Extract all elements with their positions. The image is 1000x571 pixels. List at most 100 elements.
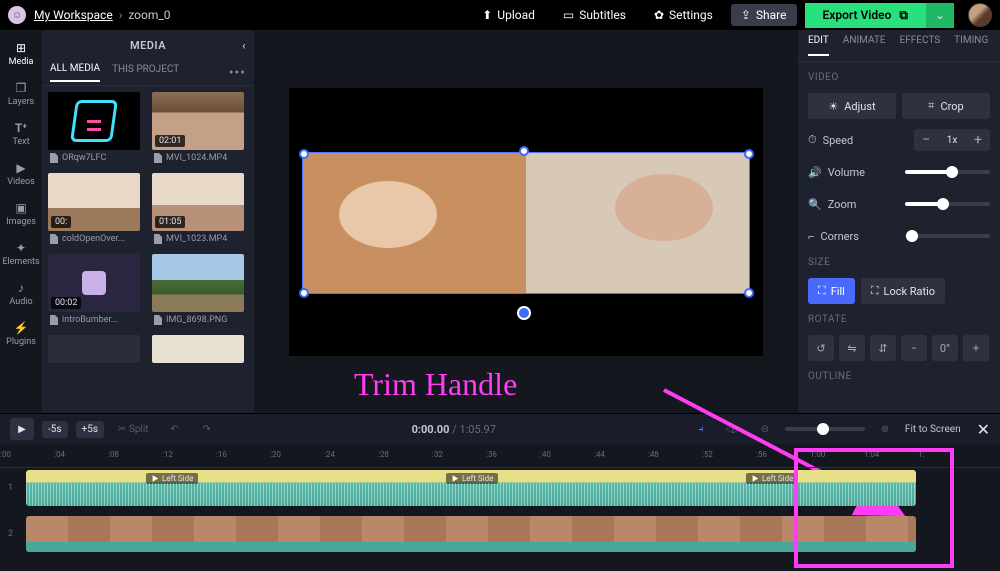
user-avatar[interactable] bbox=[968, 3, 992, 27]
track-2[interactable]: 2 bbox=[26, 514, 1000, 554]
tab-this-project[interactable]: THIS PROJECT bbox=[112, 64, 179, 81]
media-item[interactable]: 00:02 introBumber... bbox=[48, 254, 144, 325]
upload-label: Upload bbox=[497, 8, 535, 22]
timeline-ruler[interactable]: :00:04:08:12:16:20:24:28:32:36:40:44:48:… bbox=[0, 444, 1000, 468]
media-thumbnail[interactable] bbox=[48, 335, 140, 363]
media-more-button[interactable]: ••• bbox=[229, 65, 246, 81]
close-icon: ✕ bbox=[977, 420, 990, 439]
trim-icon: ◁▷ bbox=[725, 424, 740, 435]
media-thumbnail[interactable] bbox=[48, 92, 140, 150]
media-item[interactable] bbox=[48, 335, 144, 363]
skip-fwd-5s-button[interactable]: +5s bbox=[76, 421, 104, 438]
main-area: ⊞ Media ❒ Layers T⁺ Text ▶ Videos ▣ Imag… bbox=[0, 30, 1000, 413]
selection-handle-top-mid[interactable] bbox=[519, 146, 529, 156]
trim-mode-button[interactable]: ◁▷ bbox=[721, 418, 745, 440]
video-clip-track[interactable] bbox=[26, 516, 916, 552]
media-thumbnail[interactable]: 00:02 bbox=[48, 254, 140, 312]
snap-button[interactable]: ⫞ bbox=[689, 418, 713, 440]
media-item[interactable]: IMG_8698.PNG bbox=[152, 254, 248, 325]
duration-badge: 00: bbox=[51, 216, 71, 228]
rail-plugins[interactable]: ⚡ Plugins bbox=[0, 316, 42, 352]
selection-rotate-handle[interactable] bbox=[517, 306, 531, 320]
media-thumbnail[interactable]: 01:05 bbox=[152, 173, 244, 231]
rotate-ccw-button[interactable]: ↺ bbox=[808, 335, 834, 361]
selection-handle-top-right[interactable] bbox=[744, 149, 754, 159]
rotate-value[interactable]: 0° bbox=[932, 335, 958, 361]
redo-button[interactable]: ↷ bbox=[195, 418, 219, 440]
canvas-area[interactable]: Trim Handle bbox=[254, 30, 798, 413]
track-1[interactable]: 1 Left Side Left Side Left Side bbox=[26, 468, 1000, 508]
close-timeline-button[interactable]: ✕ bbox=[977, 420, 990, 439]
flip-v-button[interactable]: ⇵ bbox=[870, 335, 896, 361]
ruler-tick: :48 bbox=[648, 450, 659, 459]
skip-back-5s-button[interactable]: -5s bbox=[42, 421, 68, 438]
tab-timing[interactable]: TIMING bbox=[954, 35, 988, 56]
rail-label: Images bbox=[6, 217, 36, 227]
rail-label: Layers bbox=[8, 97, 34, 107]
adjust-label: Adjust bbox=[844, 100, 875, 113]
zoom-out-button[interactable]: ⊖ bbox=[753, 418, 777, 440]
tab-all-media[interactable]: ALL MEDIA bbox=[50, 63, 100, 82]
media-item[interactable]: ORqw7LFC bbox=[48, 92, 144, 163]
lock-ratio-button[interactable]: ⛶ Lock Ratio bbox=[861, 278, 945, 304]
workspace-logo-icon[interactable]: ☺ bbox=[8, 6, 26, 24]
split-button[interactable]: ✂ Split bbox=[112, 421, 155, 438]
rotate-dec-button[interactable]: − bbox=[901, 335, 927, 361]
media-thumbnail[interactable]: 02:01 bbox=[152, 92, 244, 150]
share-button[interactable]: ⇪ Share bbox=[731, 4, 797, 26]
rotate-inc-button[interactable]: + bbox=[963, 335, 989, 361]
timeline-zoom-slider[interactable] bbox=[785, 427, 865, 431]
undo-button[interactable]: ↶ bbox=[163, 418, 187, 440]
subtitles-button[interactable]: ▭ Subtitles bbox=[553, 4, 636, 26]
rail-images[interactable]: ▣ Images bbox=[0, 196, 42, 232]
selection-handle-bottom-left[interactable] bbox=[299, 288, 309, 298]
crop-button[interactable]: ⌗ Crop bbox=[902, 93, 990, 119]
media-item[interactable]: 02:01 MVI_1024.MP4 bbox=[152, 92, 248, 163]
media-item[interactable]: 01:05 MVI_1023.MP4 bbox=[152, 173, 248, 244]
media-item[interactable] bbox=[152, 335, 248, 363]
media-item[interactable]: 00: coldOpenOver... bbox=[48, 173, 144, 244]
crop-icon: ⌗ bbox=[928, 99, 934, 113]
fill-button[interactable]: ⛶ Fill bbox=[808, 278, 855, 304]
upload-button[interactable]: ⬆ Upload bbox=[472, 4, 545, 26]
workspace-link[interactable]: My Workspace bbox=[34, 8, 113, 22]
zoom-slider[interactable] bbox=[905, 202, 990, 206]
media-thumbnail[interactable] bbox=[152, 335, 244, 363]
speed-stepper[interactable]: − 1x + bbox=[914, 129, 990, 151]
flip-h-button[interactable]: ⇋ bbox=[839, 335, 865, 361]
rail-audio[interactable]: ♪ Audio bbox=[0, 276, 42, 312]
tab-effects[interactable]: EFFECTS bbox=[900, 35, 941, 56]
fit-to-screen-button[interactable]: Fit to Screen bbox=[905, 424, 961, 435]
flip-v-icon: ⇵ bbox=[878, 342, 887, 355]
adjust-button[interactable]: ☀ Adjust bbox=[808, 93, 896, 119]
selection-handle-top-left[interactable] bbox=[299, 149, 309, 159]
speed-increase[interactable]: + bbox=[966, 132, 990, 148]
speed-decrease[interactable]: − bbox=[914, 132, 938, 148]
split-label: Split bbox=[129, 424, 149, 435]
export-video-button[interactable]: Export Video ⧉ bbox=[805, 3, 927, 28]
rail-text[interactable]: T⁺ Text bbox=[0, 116, 42, 152]
settings-button[interactable]: ✿ Settings bbox=[644, 4, 723, 26]
rail-elements[interactable]: ✦ Elements bbox=[0, 236, 42, 272]
corners-slider[interactable] bbox=[905, 234, 990, 238]
selected-video-clip[interactable] bbox=[303, 153, 749, 293]
tab-edit[interactable]: EDIT bbox=[808, 35, 829, 56]
media-thumbnail[interactable]: 00: bbox=[48, 173, 140, 231]
chevron-left-icon: ‹ bbox=[242, 39, 246, 52]
rail-media[interactable]: ⊞ Media bbox=[0, 36, 42, 72]
media-tabs: ALL MEDIA THIS PROJECT ••• bbox=[42, 60, 254, 86]
audio-clip[interactable]: Left Side Left Side Left Side bbox=[26, 470, 916, 506]
zoom-out-icon: ⊖ bbox=[761, 424, 769, 435]
collapse-panel-button[interactable]: ‹ bbox=[242, 39, 246, 52]
selection-handle-bottom-right[interactable] bbox=[744, 288, 754, 298]
tab-animate[interactable]: ANIMATE bbox=[843, 35, 886, 56]
export-dropdown-button[interactable]: ⌄ bbox=[926, 3, 954, 28]
zoom-in-button[interactable]: ⊕ bbox=[873, 418, 897, 440]
volume-slider[interactable] bbox=[905, 170, 990, 174]
rail-layers[interactable]: ❒ Layers bbox=[0, 76, 42, 112]
play-button[interactable]: ▶ bbox=[10, 418, 34, 440]
media-thumbnail[interactable] bbox=[152, 254, 244, 312]
ruler-tick: :28 bbox=[378, 450, 389, 459]
rail-videos[interactable]: ▶ Videos bbox=[0, 156, 42, 192]
project-name[interactable]: zoom_0 bbox=[128, 8, 170, 22]
